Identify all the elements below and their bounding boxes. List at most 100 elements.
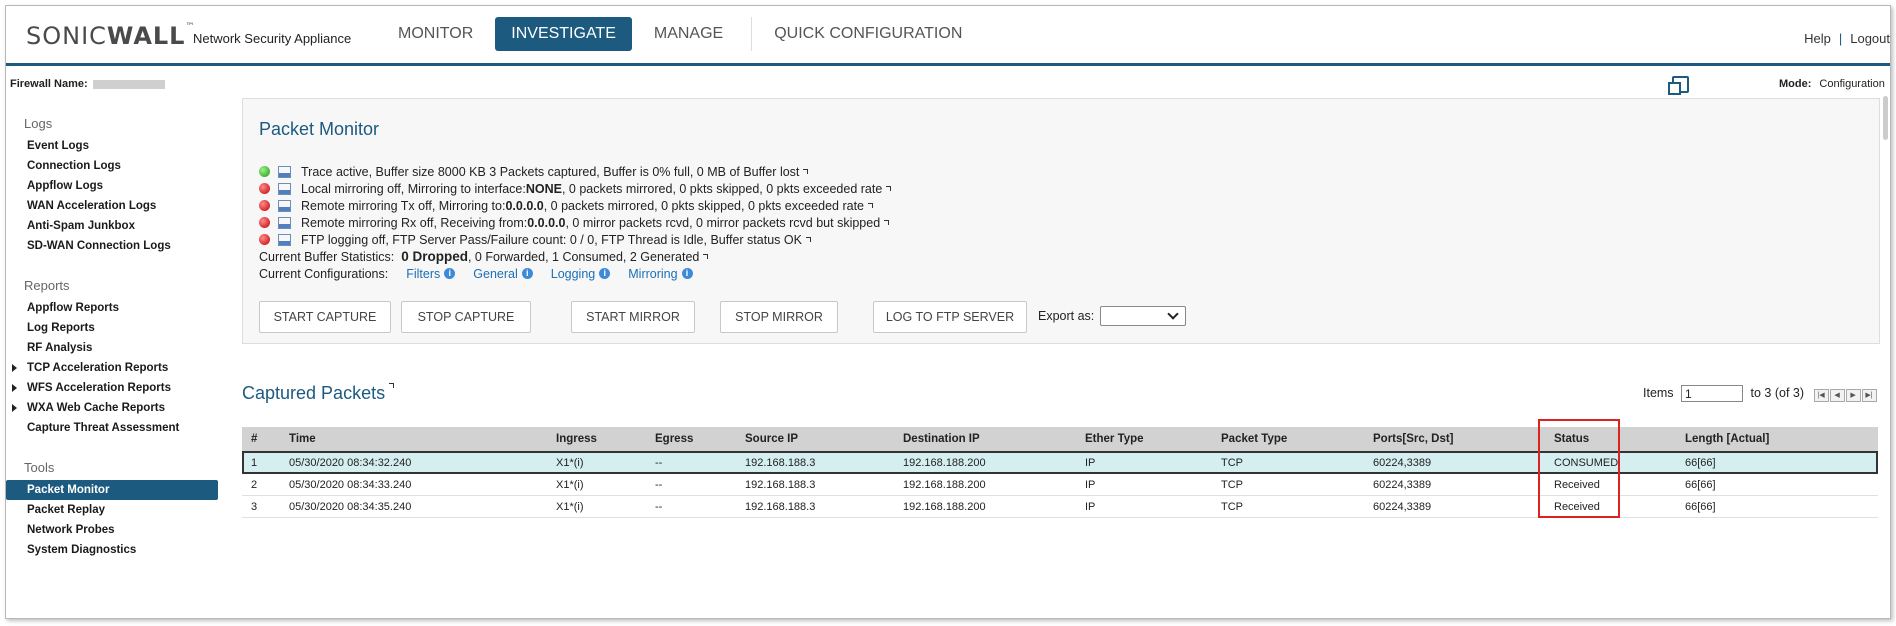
mode-label: Mode: [1779, 78, 1812, 90]
nav-quick-configuration[interactable]: QUICK CONFIGURATION [758, 17, 978, 51]
nav-manage[interactable]: MANAGE [638, 17, 739, 51]
prev-page-icon[interactable]: ◀ [1829, 388, 1845, 402]
sidebar-item-appflow-reports[interactable]: Appflow Reports [6, 298, 216, 318]
tooltip-marker-icon [868, 203, 874, 208]
start-mirror-button[interactable]: START MIRROR [571, 301, 695, 333]
sidebar-item-packet-replay[interactable]: Packet Replay [6, 500, 216, 520]
tooltip-marker-icon [884, 220, 890, 225]
sidebar-item-event-logs[interactable]: Event Logs [6, 136, 216, 156]
sidebar-item-system-diagnostics[interactable]: System Diagnostics [6, 540, 216, 560]
table-cell: X1*(i) [556, 456, 584, 469]
expand-arrow-icon[interactable] [12, 404, 17, 412]
chart-icon[interactable] [278, 199, 291, 212]
info-icon[interactable]: i [599, 268, 611, 279]
column-header[interactable]: Time [289, 427, 316, 451]
status-ftp-logging: FTP logging off, FTP Server Pass/Failure… [259, 231, 811, 248]
table-cell: 192.168.188.200 [903, 500, 986, 513]
column-header[interactable]: Length [Actual] [1685, 427, 1769, 451]
mirroring-link[interactable]: Mirroring [628, 267, 677, 281]
table-row[interactable]: 3 05/30/2020 08:34:35.240 X1*(i) -- 192.… [242, 496, 1878, 518]
table-cell: 05/30/2020 08:34:32.240 [289, 456, 412, 469]
start-capture-button[interactable]: START CAPTURE [259, 301, 391, 333]
chart-icon[interactable] [278, 182, 291, 195]
table-cell: 05/30/2020 08:34:35.240 [289, 500, 412, 513]
table-cell: IP [1085, 500, 1096, 513]
sidebar-item-wfs-acceleration-reports[interactable]: WFS Acceleration Reports [6, 378, 216, 398]
table-cell: 3 [251, 500, 258, 513]
sidebar-item-sd-wan-connection-logs[interactable]: SD-WAN Connection Logs [6, 236, 216, 256]
nav-divider [751, 17, 753, 51]
firewall-name-label: Firewall Name: [10, 78, 88, 90]
popout-icon[interactable] [1668, 76, 1689, 95]
items-input[interactable]: 1 [1681, 385, 1744, 402]
table-cell: 60224,3389 [1373, 500, 1432, 513]
chart-icon[interactable] [278, 216, 291, 229]
first-page-icon[interactable]: |◀ [1813, 388, 1829, 402]
info-icon[interactable]: i [681, 268, 693, 279]
table-cell: -- [655, 478, 663, 491]
status-green-icon [259, 166, 270, 177]
column-header[interactable]: Source IP [745, 427, 798, 451]
column-header[interactable]: Egress [655, 427, 693, 451]
logging-link[interactable]: Logging [551, 267, 596, 281]
mode-value[interactable]: Configuration [1819, 78, 1884, 90]
log-to-ftp-server-button[interactable]: LOG TO FTP SERVER [873, 301, 1027, 333]
column-header[interactable]: Destination IP [903, 427, 980, 451]
buffer-statistics: Current Buffer Statistics: 0 Dropped, 0 … [259, 248, 709, 265]
sidebar-section-tools: Tools [24, 460, 55, 475]
table-cell: 05/30/2020 08:34:33.240 [289, 478, 412, 491]
table-row[interactable]: 1 05/30/2020 08:34:32.240 X1*(i) -- 192.… [242, 451, 1878, 474]
expand-arrow-icon[interactable] [12, 364, 17, 372]
table-cell: TCP [1221, 500, 1243, 513]
sidebar-item-wan-acceleration-logs[interactable]: WAN Acceleration Logs [6, 196, 216, 216]
sidebar-item-network-probes[interactable]: Network Probes [6, 520, 216, 540]
status-trace: Trace active, Buffer size 8000 KB 3 Pack… [259, 163, 809, 180]
nav-monitor[interactable]: MONITOR [382, 17, 489, 51]
table-cell: -- [655, 456, 663, 469]
sidebar-item-packet-monitor[interactable]: Packet Monitor [6, 480, 218, 500]
logout-link[interactable]: Logout [1850, 31, 1890, 46]
column-header[interactable]: Ingress [556, 427, 597, 451]
table-cell: TCP [1221, 478, 1243, 491]
chart-icon[interactable] [278, 233, 291, 246]
sidebar-item-capture-threat-assessment[interactable]: Capture Threat Assessment [6, 418, 216, 438]
status-red-icon [259, 217, 270, 228]
stop-capture-button[interactable]: STOP CAPTURE [401, 301, 531, 333]
sidebar-item-appflow-logs[interactable]: Appflow Logs [6, 176, 216, 196]
mode-indicator: Mode: Configuration [1779, 78, 1885, 90]
chart-icon[interactable] [278, 165, 291, 178]
nav-investigate[interactable]: INVESTIGATE [495, 17, 632, 51]
expand-arrow-icon[interactable] [12, 384, 17, 392]
next-page-icon[interactable]: ▶ [1845, 388, 1861, 402]
current-configurations: Current Configurations: Filters i General… [259, 265, 693, 282]
table-cell: 192.168.188.3 [745, 456, 816, 469]
main-nav: MONITOR INVESTIGATE MANAGE QUICK CONFIGU… [382, 17, 984, 51]
table-cell: IP [1085, 456, 1096, 469]
sidebar-item-log-reports[interactable]: Log Reports [6, 318, 216, 338]
sidebar-item-wxa-web-cache-reports[interactable]: WXA Web Cache Reports [6, 398, 216, 418]
filters-link[interactable]: Filters [406, 267, 440, 281]
table-header: # Time Ingress Egress Source IP Destinat… [242, 427, 1878, 451]
table-row[interactable]: 2 05/30/2020 08:34:33.240 X1*(i) -- 192.… [242, 474, 1878, 496]
last-page-icon[interactable]: ▶| [1861, 388, 1877, 402]
column-header[interactable]: Ether Type [1085, 427, 1144, 451]
export-label: Export as: [1038, 309, 1095, 323]
table-cell: 192.168.188.3 [745, 478, 816, 491]
help-link[interactable]: Help [1804, 31, 1831, 46]
sidebar-item-anti-spam-junkbox[interactable]: Anti-Spam Junkbox [6, 216, 216, 236]
status-local-mirroring: Local mirroring off, Mirroring to interf… [259, 180, 892, 197]
column-header[interactable]: # [251, 427, 257, 451]
sidebar-item-rf-analysis[interactable]: RF Analysis [6, 338, 216, 358]
info-icon[interactable]: i [521, 268, 533, 279]
top-header: SONICWALL™ Network Security Appliance MO… [6, 6, 1890, 63]
column-header[interactable]: Packet Type [1221, 427, 1287, 451]
sidebar-item-tcp-acceleration-reports[interactable]: TCP Acceleration Reports [6, 358, 216, 378]
info-icon[interactable]: i [444, 268, 456, 279]
table-cell: IP [1085, 478, 1096, 491]
sidebar-item-connection-logs[interactable]: Connection Logs [6, 156, 216, 176]
column-header[interactable]: Ports[Src, Dst] [1373, 427, 1454, 451]
general-link[interactable]: General [473, 267, 517, 281]
stop-mirror-button[interactable]: STOP MIRROR [720, 301, 838, 333]
scrollbar[interactable] [1883, 96, 1888, 140]
export-select[interactable] [1100, 306, 1186, 326]
